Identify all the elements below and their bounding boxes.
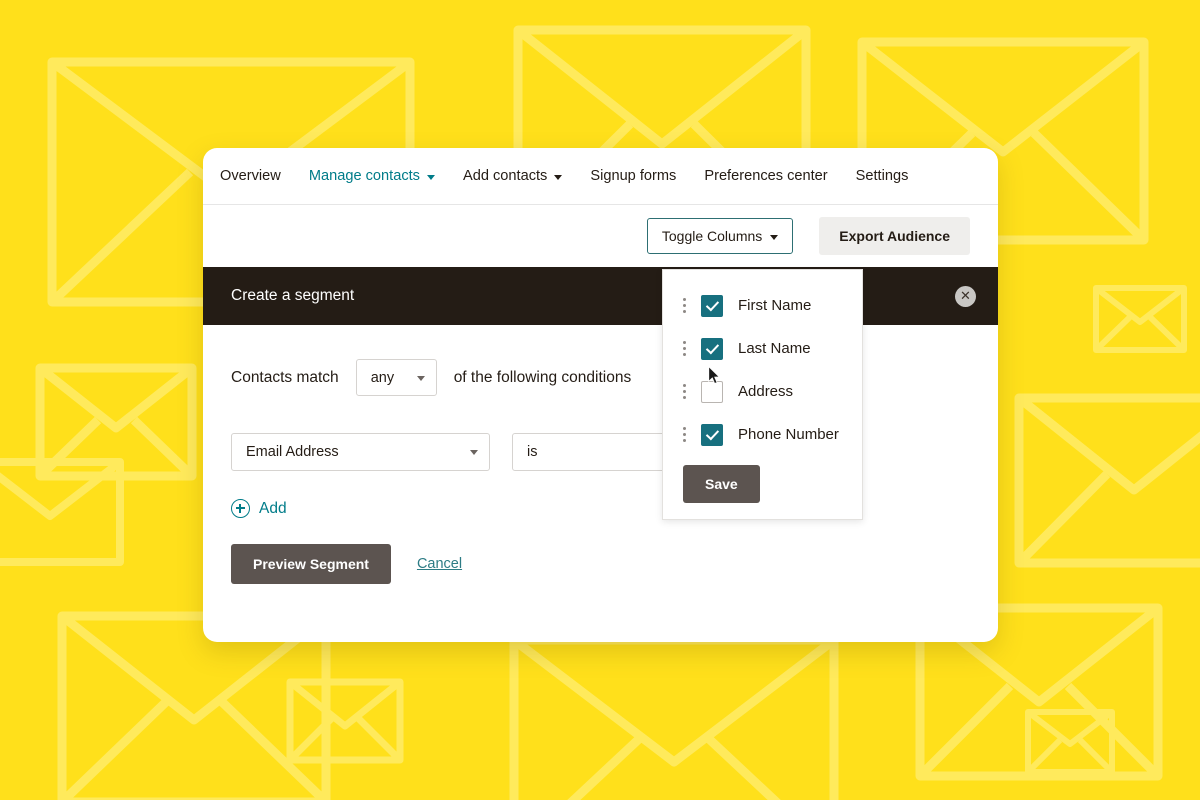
- nav-item-add-contacts[interactable]: Add contacts: [449, 148, 576, 204]
- column-label: Last Name: [738, 340, 811, 357]
- nav-item-label: Settings: [855, 168, 909, 184]
- drag-handle-icon[interactable]: [683, 340, 686, 357]
- nav-item-overview[interactable]: Overview: [220, 148, 295, 204]
- condition-operator-value: is: [527, 444, 538, 460]
- column-label: Phone Number: [738, 426, 839, 443]
- chevron-down-icon: [554, 174, 563, 180]
- add-condition-link[interactable]: Add: [231, 499, 287, 518]
- nav-item-settings[interactable]: Settings: [842, 148, 923, 204]
- modal-header: Create a segment ✕: [203, 267, 998, 325]
- close-icon[interactable]: ✕: [955, 285, 976, 307]
- modal-footer: Preview Segment Cancel: [231, 544, 970, 584]
- column-label: Address: [738, 383, 794, 400]
- add-condition-label: Add: [259, 499, 287, 517]
- column-item-address[interactable]: Address: [663, 370, 862, 413]
- app-card: Overview Manage contacts Add contacts Si…: [203, 148, 998, 642]
- column-item-last-name[interactable]: Last Name: [663, 327, 862, 370]
- chevron-down-icon: [770, 234, 779, 240]
- modal-body: Contacts match any of the following cond…: [203, 325, 998, 614]
- plus-circle-icon: [231, 499, 250, 518]
- checkbox-last-name[interactable]: [701, 337, 723, 360]
- nav-item-label: Preferences center: [704, 168, 828, 184]
- main-nav: Overview Manage contacts Add contacts Si…: [203, 148, 998, 205]
- nav-item-signup-forms[interactable]: Signup forms: [576, 148, 690, 204]
- modal-title: Create a segment: [231, 287, 355, 304]
- checkbox-first-name[interactable]: [701, 294, 723, 317]
- drag-handle-icon[interactable]: [683, 297, 686, 314]
- match-type-value: any: [370, 369, 395, 386]
- match-type-select[interactable]: any: [355, 359, 437, 396]
- save-columns-button[interactable]: Save: [683, 465, 760, 503]
- toggle-columns-label: Toggle Columns: [661, 228, 763, 244]
- condition-field-select[interactable]: Email Address: [231, 433, 490, 471]
- drag-handle-icon[interactable]: [683, 426, 686, 443]
- checkbox-phone-number[interactable]: [701, 423, 723, 446]
- nav-item-label: Signup forms: [590, 168, 677, 184]
- chevron-down-icon: [416, 375, 425, 381]
- column-label: First Name: [738, 297, 812, 314]
- chevron-down-icon: [426, 174, 435, 180]
- toggle-columns-button[interactable]: Toggle Columns: [646, 218, 794, 254]
- match-prefix-label: Contacts match: [231, 368, 339, 386]
- export-audience-label: Export Audience: [839, 228, 950, 244]
- toolbar: Toggle Columns Export Audience: [203, 205, 998, 267]
- nav-item-manage-contacts[interactable]: Manage contacts: [295, 148, 449, 204]
- export-audience-button[interactable]: Export Audience: [819, 217, 970, 255]
- nav-item-label: Manage contacts: [308, 168, 420, 184]
- nav-item-label: Add contacts: [462, 168, 548, 184]
- match-suffix-label: of the following conditions: [453, 368, 632, 386]
- create-segment-modal: Create a segment ✕ Contacts match any of…: [203, 267, 998, 614]
- cancel-link[interactable]: Cancel: [417, 556, 462, 572]
- nav-item-preferences-center[interactable]: Preferences center: [690, 148, 841, 204]
- nav-item-label: Overview: [220, 168, 281, 184]
- preview-segment-button[interactable]: Preview Segment: [231, 544, 391, 584]
- column-item-first-name[interactable]: First Name: [663, 284, 862, 327]
- condition-field-value: Email Address: [246, 444, 339, 460]
- checkbox-address[interactable]: [701, 380, 723, 403]
- toggle-columns-dropdown: First Name Last Name Address Phone Numbe…: [662, 269, 863, 520]
- column-item-phone-number[interactable]: Phone Number: [663, 413, 862, 456]
- drag-handle-icon[interactable]: [683, 383, 686, 400]
- chevron-down-icon: [470, 450, 478, 455]
